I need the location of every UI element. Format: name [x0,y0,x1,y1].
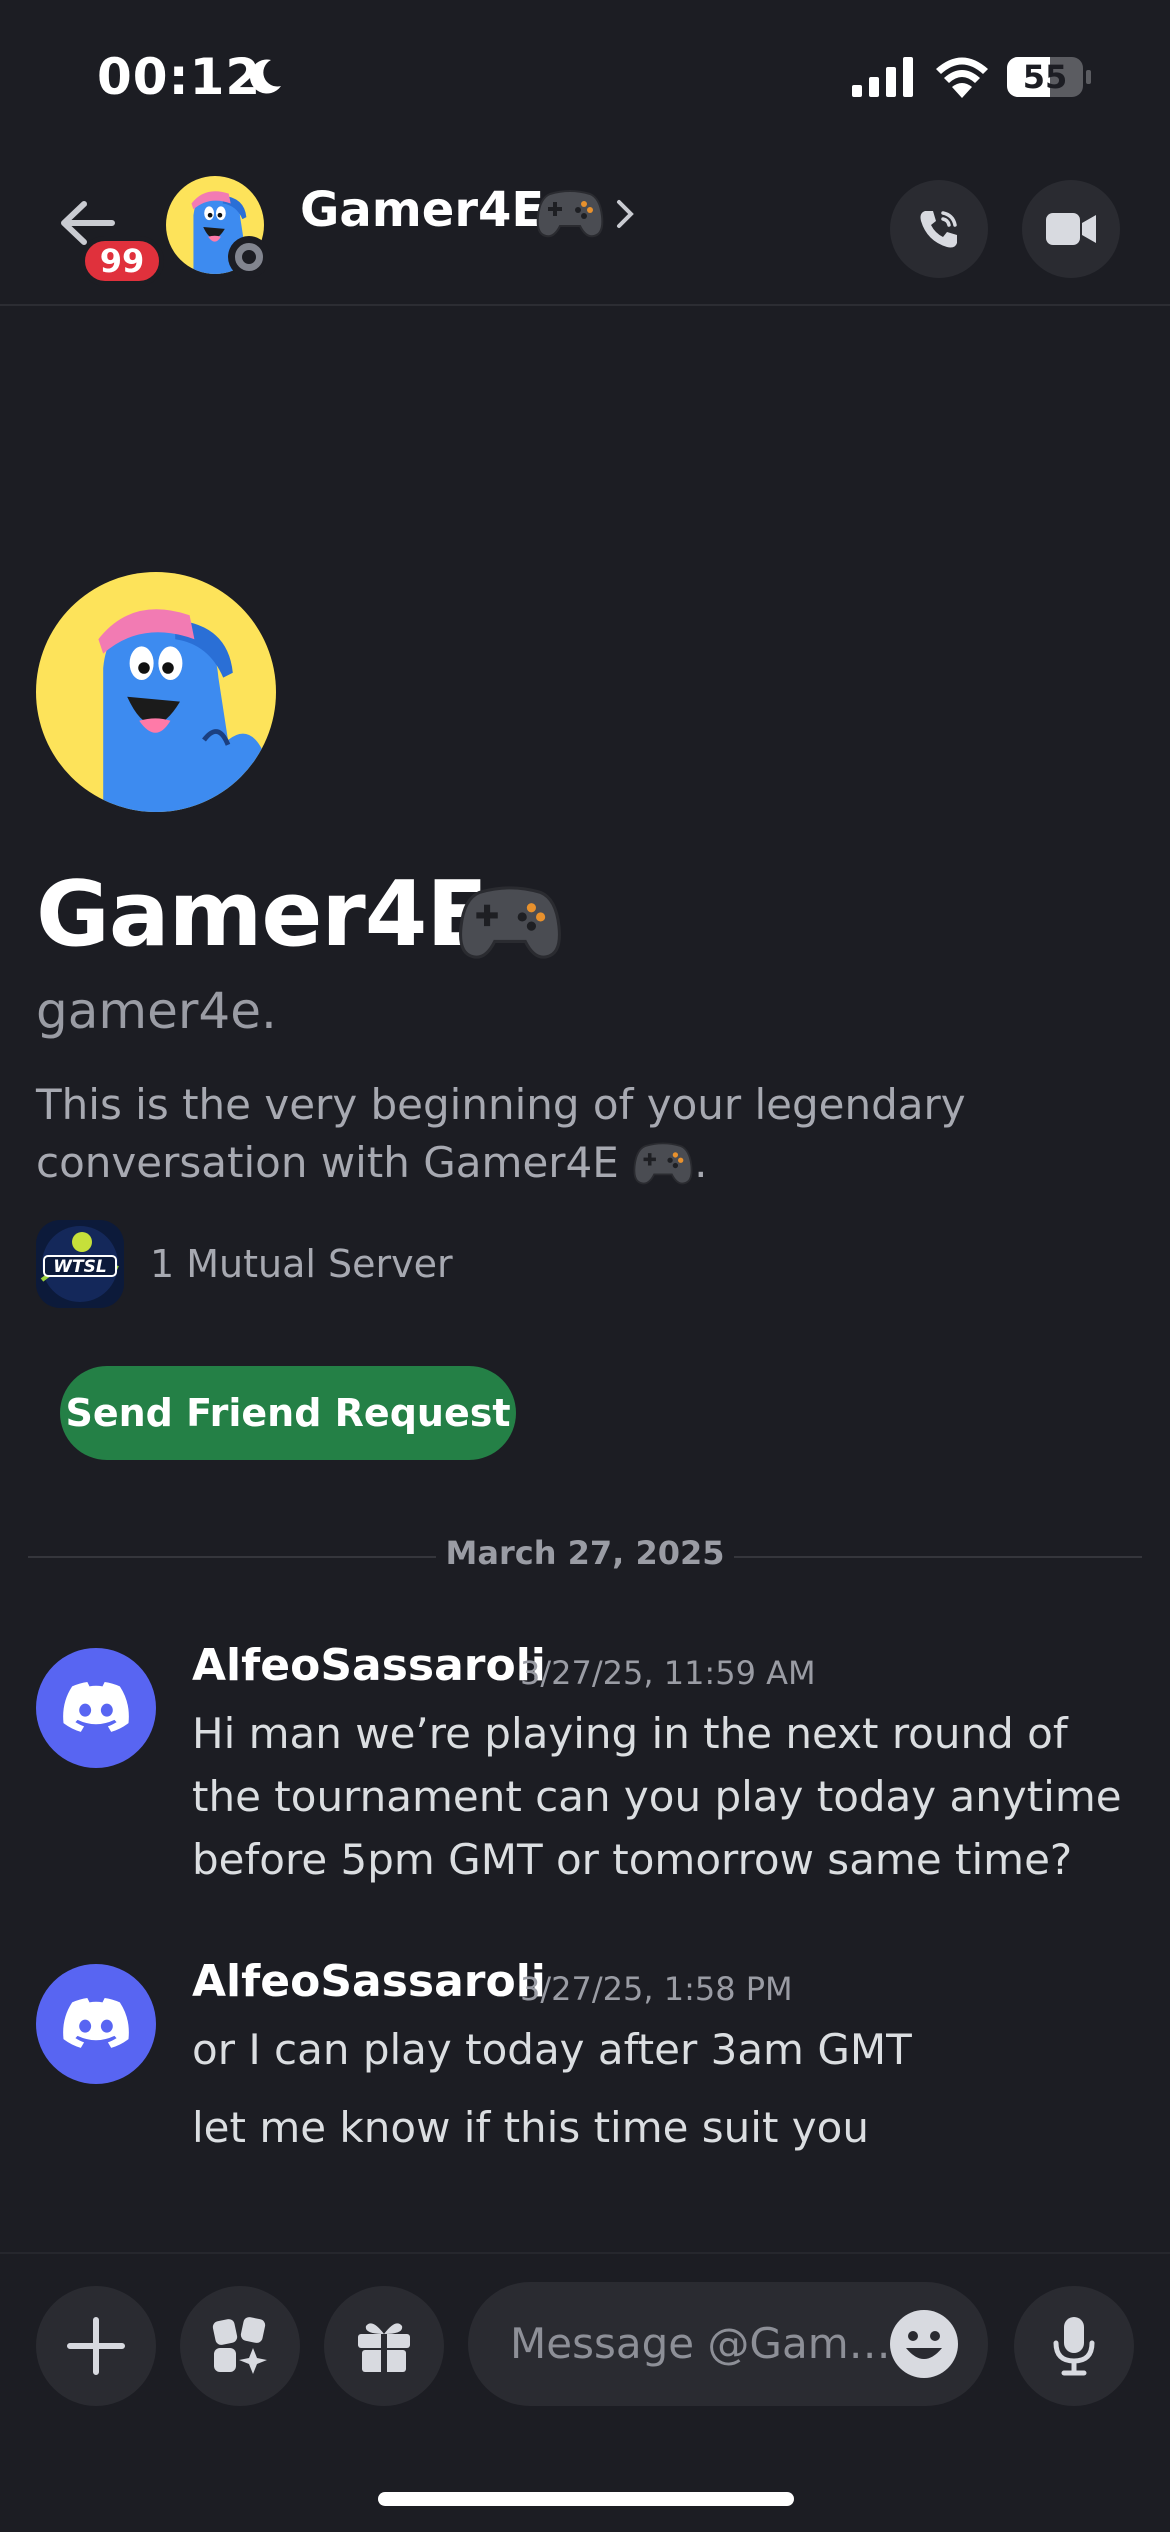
divider-line-right [734,1556,1142,1558]
voice-message-button[interactable] [1014,2286,1134,2406]
phone-icon [920,211,957,248]
wifi-icon [936,57,988,98]
discord-logo-icon [61,1682,131,1734]
status-time: 00:12 [97,48,262,106]
video-call-button[interactable] [1022,180,1120,278]
profile-display-name: Gamer4E [36,862,488,967]
header-username[interactable]: Gamer4E [300,182,544,238]
message-input[interactable] [510,2310,890,2376]
server-logo-text: WTSL [53,1257,106,1277]
video-camera-icon [1046,213,1096,245]
offline-status-icon [228,236,270,278]
send-friend-request-button[interactable]: Send Friend Request [60,1366,516,1460]
emoji-icon[interactable] [888,2308,960,2380]
gift-icon [358,2323,410,2372]
microphone-icon [1053,2317,1095,2376]
unread-badge: 99 [80,236,164,286]
message-text: Hi man we’re playing in the next round o… [192,1709,1122,1884]
mutual-server-icon[interactable]: WTSL [36,1220,124,1308]
message-text: let me know if this time suit you [192,2103,869,2152]
message-timestamp: 3/27/25, 11:59 AM [520,1654,816,1692]
chat-header: 99 Gamer4E [0,150,1170,306]
gift-button[interactable] [324,2286,444,2406]
home-indicator[interactable] [378,2492,794,2506]
dm-screen: 00:12 55 99 Gamer4E Gamer4E gamer4e. Thi… [0,0,1170,2532]
message-author[interactable]: AlfeoSassaroli [192,1640,546,1691]
voice-call-button[interactable] [890,180,988,278]
plus-icon [67,2317,125,2375]
divider-line-left [28,1556,436,1558]
profile-avatar[interactable] [36,572,276,812]
message-avatar[interactable] [36,1964,156,2084]
battery-level: 55 [1022,58,1068,96]
profile-username: gamer4e. [36,982,277,1040]
game-controller-icon [536,186,604,238]
chevron-right-icon[interactable] [614,196,636,232]
game-controller-icon [458,876,562,964]
cellular-signal-icon [852,57,913,97]
message-avatar[interactable] [36,1648,156,1768]
message-author[interactable]: AlfeoSassaroli [192,1956,546,2007]
moon-icon [249,59,281,94]
intro-suffix: . [694,1138,708,1187]
message-input-container[interactable] [468,2282,988,2406]
battery-indicator: 55 [1006,56,1092,98]
conversation-intro: This is the very beginning of your legen… [36,1076,1036,1192]
game-controller-icon [632,1139,694,1185]
message-timestamp: 3/27/25, 1:58 PM [520,1970,793,2008]
message-text: or I can play today after 3am GMT [192,2025,912,2074]
composer-divider [0,2252,1170,2254]
mutual-servers-link[interactable]: 1 Mutual Server [150,1242,453,1286]
date-divider: March 27, 2025 [445,1534,725,1572]
discord-logo-icon [61,1998,131,2050]
apps-button[interactable] [180,2286,300,2406]
apps-icon [212,2317,267,2374]
intro-text: This is the very beginning of your legen… [36,1080,966,1187]
add-attachment-button[interactable] [36,2286,156,2406]
